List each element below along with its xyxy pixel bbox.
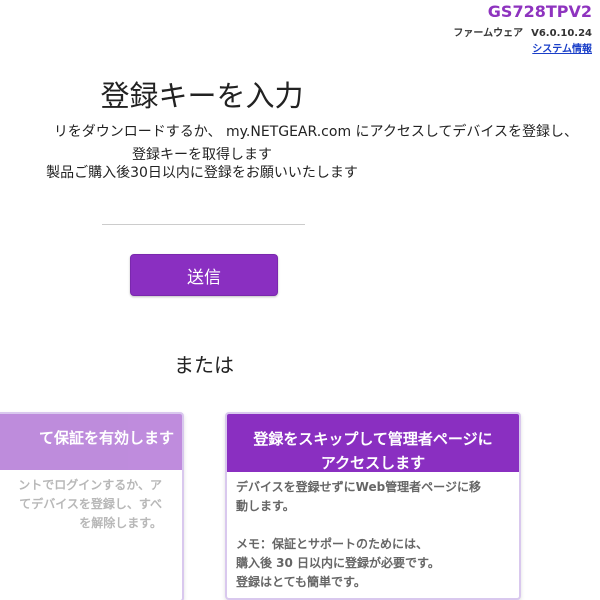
card-body-line: を解除します。 [79,516,162,530]
activate-warranty-card-title: て保証を有効します [0,414,182,470]
firmware-version: V6.0.10.24 [531,28,592,39]
card-note-line: メモ：保証とサポートのためには、 [236,537,429,551]
description-line-3: 製品ご購入後30日以内に登録をお願いいたします [46,165,358,181]
card-body-line: デバイスを登録せずにWeb管理者ページに移 [236,480,481,494]
card-title-line: 登録をスキップして管理者ページに [253,430,493,448]
card-body-line: てデバイスを登録し、すべ [19,497,162,511]
card-note-line: 購入後 30 日以内に登録が必要です。 [236,556,440,570]
registration-page: GS728TPV2 ファームウェア V6.0.10.24 システム情報 登録キーを… [0,0,600,600]
description-line-1: リをダウンロードするか、 my.NETGEAR.com にアクセスしてデバイスを… [53,124,578,140]
model-name: GS728TPV2 [487,2,592,21]
system-info-link[interactable]: システム情報 [532,40,592,55]
skip-registration-card-title: 登録をスキップして管理者ページに アクセスします [227,414,519,472]
card-body-line: 動します。 [236,499,295,513]
skip-registration-card[interactable]: 登録をスキップして管理者ページに アクセスします デバイスを登録せずにWeb管理… [225,412,521,600]
registration-key-input[interactable] [102,200,305,225]
or-label: または [174,353,234,377]
page-title: 登録キーを入力 [100,79,304,113]
description-line-2: 登録キーを取得します [132,147,272,163]
activate-warranty-card[interactable]: て保証を有効します ントでログインするか、ア てデバイスを登録し、すべ を解除し… [0,412,184,600]
skip-registration-card-body: デバイスを登録せずにWeb管理者ページに移 動します。 メモ：保証とサポートのた… [227,472,519,598]
firmware-info: ファームウェア V6.0.10.24 [453,24,592,39]
card-note-line: 登録はとても簡単です。 [236,575,366,589]
activate-warranty-card-body: ントでログインするか、ア てデバイスを登録し、すべ を解除します。 [0,470,182,539]
firmware-label: ファームウェア [453,28,524,39]
send-button[interactable]: 送信 [130,254,278,296]
card-body-line: ントでログインするか、ア [18,478,162,492]
